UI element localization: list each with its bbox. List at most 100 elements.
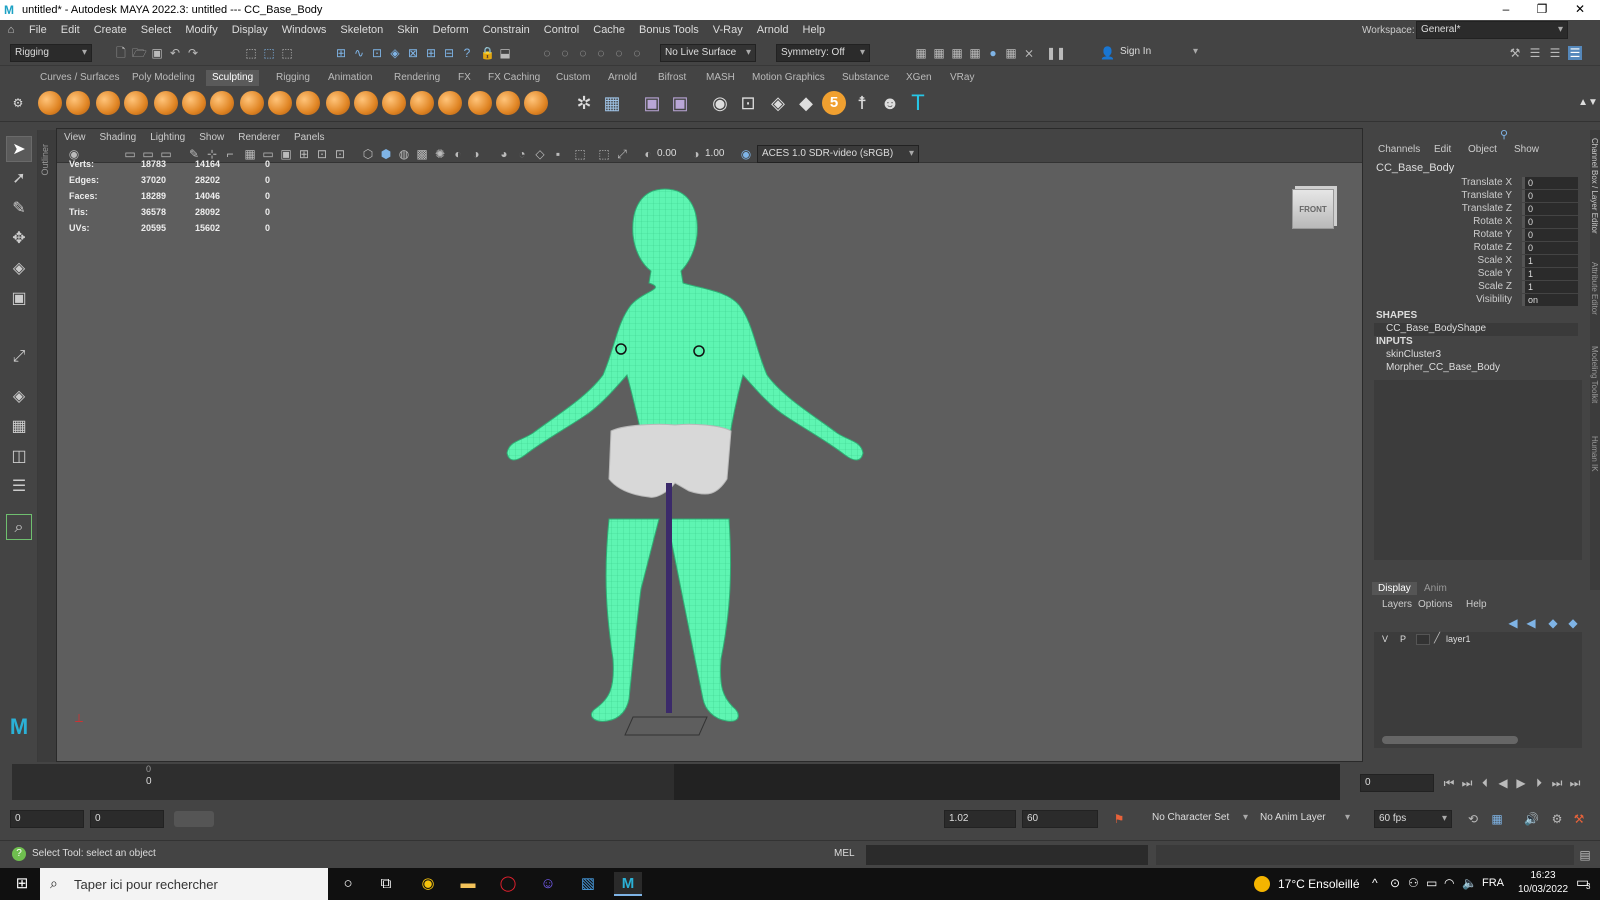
smear-tool-icon[interactable] (438, 91, 462, 115)
viewport-menu-shading[interactable]: Shading (93, 132, 144, 143)
shelf-tab-bifrost[interactable]: Bifrost (652, 70, 692, 86)
four-view-icon[interactable]: ▦ (6, 414, 32, 440)
layer-color-icon[interactable]: ╱ (1434, 633, 1440, 644)
menu-select[interactable]: Select (134, 24, 179, 36)
depth-of-field-icon[interactable]: ◇ (533, 147, 547, 161)
loop-icon[interactable]: ⟲ (1466, 812, 1480, 826)
smooth-tool-icon[interactable] (66, 91, 90, 115)
minimize-button[interactable]: – (1488, 0, 1524, 20)
snapshot-icon[interactable]: ▦ (950, 46, 964, 60)
viewport-menu-panels[interactable]: Panels (287, 132, 332, 143)
scrape-tool-icon[interactable] (354, 91, 378, 115)
scene-start-field[interactable]: 0 (10, 810, 84, 828)
snap-point-icon[interactable]: ⊡ (370, 46, 384, 60)
lasso-tool-icon[interactable]: ➚ (6, 166, 32, 192)
attr-translate-y-label[interactable]: Translate Y (1370, 190, 1512, 201)
textured-icon[interactable]: ▩ (415, 147, 429, 161)
history-icon[interactable]: ⬓ (498, 46, 512, 60)
flatten-tool-icon[interactable] (182, 91, 206, 115)
step-back-frame-icon[interactable]: ⏴ (1478, 776, 1492, 790)
isolate-icon[interactable]: ▪ (551, 147, 565, 161)
menu-vray[interactable]: V-Ray (706, 24, 750, 36)
menuset-dropdown[interactable]: Rigging (10, 44, 92, 62)
attr-scale-x-value[interactable]: 1 (1522, 255, 1578, 267)
safe-title-icon[interactable]: ⊡ (333, 147, 347, 161)
close-button[interactable]: ✕ (1562, 0, 1598, 20)
snap-grid-icon[interactable]: ⊞ (334, 46, 348, 60)
attr-rotate-z-value[interactable]: 0 (1522, 242, 1578, 254)
character-set-dropdown[interactable]: No Character Set (1148, 810, 1252, 828)
step-back-key-icon[interactable]: ⏭ (1460, 776, 1474, 790)
new-layer-icon[interactable]: ◆ (1546, 616, 1560, 630)
input-skin-cluster[interactable]: skinCluster3 (1386, 349, 1441, 360)
clock-time[interactable]: 16:23 (1518, 870, 1568, 881)
viewport-menu-lighting[interactable]: Lighting (143, 132, 192, 143)
playback-start-field[interactable]: 0 (90, 810, 164, 828)
pause-icon[interactable]: ❚❚ (1046, 46, 1066, 60)
menu-help[interactable]: Help (796, 24, 833, 36)
viewport-menu-view[interactable]: View (57, 132, 93, 143)
file-explorer-icon[interactable]: ▬ (454, 872, 482, 896)
sign-in-dropdown[interactable]: Sign In (1116, 44, 1202, 62)
rotate-tool-icon[interactable]: ◈ (6, 256, 32, 282)
gamma-value[interactable]: 1.00 (705, 148, 724, 159)
grid-icon[interactable]: ▦ (600, 91, 624, 115)
paint-select-icon[interactable]: ✎ (6, 196, 32, 222)
layer-type-toggle[interactable] (1416, 634, 1430, 645)
open-scene-icon[interactable]: 🗁 (132, 46, 147, 60)
render-globe-icon[interactable]: ● (986, 46, 1000, 60)
two-view-icon[interactable]: ◫ (6, 444, 32, 470)
attr-translate-z-label[interactable]: Translate Z (1370, 203, 1512, 214)
xray-components-icon[interactable]: ⤢ (615, 147, 629, 161)
shelf-tab-arnold[interactable]: Arnold (602, 70, 643, 86)
camera-icon[interactable]: ▦ (914, 46, 928, 60)
opera-icon[interactable]: ◯ (494, 872, 522, 896)
viewport-menu-show[interactable]: Show (192, 132, 231, 143)
script-language-toggle[interactable]: MEL (834, 848, 855, 859)
viewport-menu-renderer[interactable]: Renderer (231, 132, 287, 143)
chrome-icon[interactable]: ◉ (414, 872, 442, 896)
menu-arnold[interactable]: Arnold (750, 24, 796, 36)
snap-curve-icon[interactable]: ∿ (352, 46, 366, 60)
stop-render-icon[interactable]: ⨯ (1022, 46, 1036, 60)
bake-icon[interactable]: ⚒ (1572, 812, 1586, 826)
channel-menu-show[interactable]: Show (1514, 144, 1539, 155)
colorspace-dropdown[interactable]: ACES 1.0 SDR-video (sRGB) (757, 145, 919, 163)
render-settings-icon[interactable]: ◌ (576, 46, 590, 60)
attr-rotate-z-label[interactable]: Rotate Z (1370, 242, 1512, 253)
attr-rotate-x-value[interactable]: 0 (1522, 216, 1578, 228)
character-model[interactable] (437, 179, 897, 749)
attr-rotate-y-value[interactable]: 0 (1522, 229, 1578, 241)
shelf-tab-rendering[interactable]: Rendering (388, 70, 446, 86)
cortana-icon[interactable]: ○ (334, 872, 362, 896)
layer-menu-options[interactable]: Options (1418, 599, 1452, 610)
selected-object-name[interactable]: CC_Base_Body (1376, 162, 1454, 174)
select-object-icon[interactable]: ⬚ (262, 46, 276, 60)
wireframe-icon[interactable]: ⬡ (361, 147, 375, 161)
outliner-layout-icon[interactable]: ☰ (6, 474, 32, 500)
select-component-icon[interactable]: ⬚ (280, 46, 294, 60)
attr-scale-y-label[interactable]: Scale Y (1370, 268, 1512, 279)
panel-pin-icon[interactable]: ⚲ (1500, 128, 1508, 141)
modeling-toolkit-icon[interactable]: ⚒ (1508, 46, 1522, 60)
volume-icon[interactable]: 🔈 (1462, 876, 1477, 890)
channel-menu-channels[interactable]: Channels (1378, 144, 1420, 155)
move-tool-icon[interactable]: ✥ (6, 226, 32, 252)
home-icon[interactable]: ⌂ (0, 24, 22, 36)
render-seq-icon[interactable]: ▦ (968, 46, 982, 60)
side-tab-human-ik[interactable]: Human IK (1590, 436, 1599, 472)
sound-icon[interactable]: 🔊 (1524, 812, 1539, 826)
menu-file[interactable]: File (22, 24, 54, 36)
new-layer-selected-icon[interactable]: ◆ (1566, 616, 1580, 630)
select-tool-icon[interactable]: ➤ (6, 136, 32, 162)
shelf-tab-sculpting[interactable]: Sculpting (206, 70, 260, 86)
shelf-tab-vray[interactable]: VRay (944, 70, 980, 86)
snap-surface-icon[interactable]: ⊠ (406, 46, 420, 60)
fill-tool-icon[interactable] (382, 91, 406, 115)
shelf-options-icon[interactable]: ⚙ (6, 91, 30, 115)
exposure-value[interactable]: 0.00 (657, 148, 676, 159)
step-forward-frame-icon[interactable]: ⏵ (1532, 776, 1546, 790)
attr-scale-z-value[interactable]: 1 (1522, 281, 1578, 293)
wireframe-on-shaded-icon[interactable]: ◍ (397, 147, 411, 161)
render-view-icon[interactable]: ◌ (612, 46, 626, 60)
